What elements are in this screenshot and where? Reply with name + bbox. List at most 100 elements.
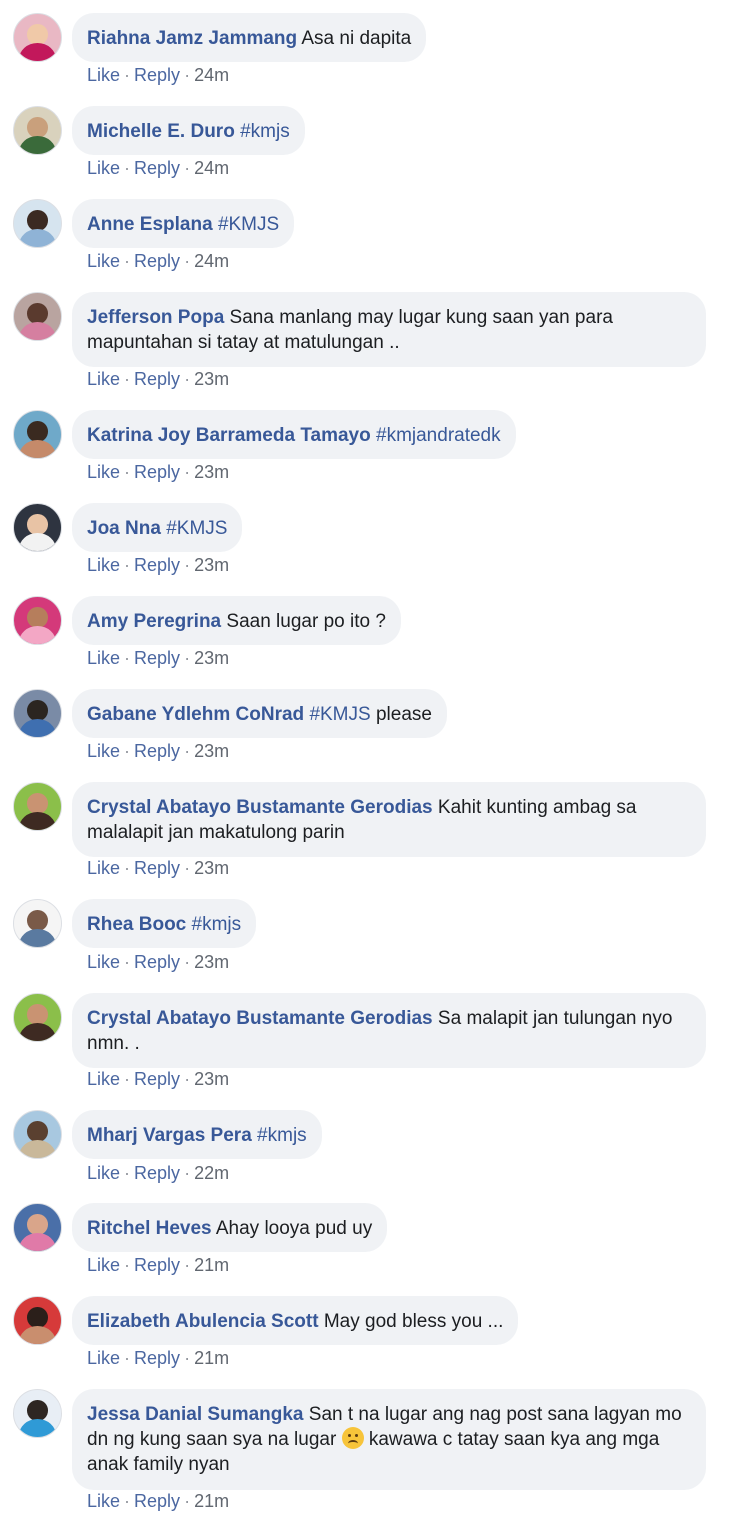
avatar[interactable] <box>13 1389 62 1438</box>
reply-link[interactable]: Reply <box>134 1255 180 1275</box>
avatar[interactable] <box>13 292 62 341</box>
avatar[interactable] <box>13 13 62 62</box>
comment-actions: Like · Reply · 21m <box>87 1255 230 1275</box>
reply-link[interactable]: Reply <box>134 555 180 575</box>
reply-link[interactable]: Reply <box>134 1163 180 1183</box>
comment-text: May god bless you ... <box>323 1311 504 1332</box>
comment-bubble: Jefferson Popa Sana manlang may lugar ku… <box>72 292 706 367</box>
commenter-name[interactable]: Riahna Jamz Jammang <box>87 28 297 49</box>
reply-link[interactable]: Reply <box>134 741 180 761</box>
avatar[interactable] <box>13 503 62 552</box>
like-link[interactable]: Like <box>87 65 120 85</box>
like-link[interactable]: Like <box>87 648 120 668</box>
commenter-name[interactable]: Michelle E. Duro <box>87 121 235 142</box>
like-link[interactable]: Like <box>87 1348 120 1368</box>
comment-bubble: Jessa Danial Sumangka San t na lugar ang… <box>72 1389 706 1490</box>
reply-link[interactable]: Reply <box>134 65 180 85</box>
comment-bubble: Mharj Vargas Pera #kmjs <box>72 1110 322 1159</box>
avatar[interactable] <box>13 106 62 155</box>
avatar[interactable] <box>13 199 62 248</box>
like-link[interactable]: Like <box>87 741 120 761</box>
like-link[interactable]: Like <box>87 952 120 972</box>
commenter-name[interactable]: Elizabeth Abulencia Scott <box>87 1311 319 1332</box>
like-link[interactable]: Like <box>87 462 120 482</box>
comment-time[interactable]: 23m <box>194 952 229 972</box>
reply-link[interactable]: Reply <box>134 1348 180 1368</box>
comment-actions: Like · Reply · 23m <box>87 555 230 575</box>
hashtag[interactable]: #KMJS <box>218 214 279 235</box>
reply-link[interactable]: Reply <box>134 369 180 389</box>
comment-bubble: Rhea Booc #kmjs <box>72 899 257 948</box>
avatar[interactable] <box>13 993 62 1042</box>
reply-link[interactable]: Reply <box>134 1069 180 1089</box>
avatar[interactable] <box>13 1296 62 1345</box>
comment-time[interactable]: 23m <box>194 1069 229 1089</box>
sad-face-emoji-icon <box>341 1427 364 1449</box>
hashtag[interactable]: #kmjandratedk <box>376 425 501 446</box>
like-link[interactable]: Like <box>87 1069 120 1089</box>
comment-time[interactable]: 22m <box>194 1163 229 1183</box>
comment-actions: Like · Reply · 24m <box>87 158 230 178</box>
like-link[interactable]: Like <box>87 251 120 271</box>
hashtag[interactable]: #kmjs <box>257 1125 307 1146</box>
commenter-name[interactable]: Crystal Abatayo Bustamante Gerodias <box>87 1008 433 1029</box>
comment-bubble: Elizabeth Abulencia Scott May god bless … <box>72 1296 519 1345</box>
commenter-name[interactable]: Jefferson Popa <box>87 307 224 328</box>
comment-time[interactable]: 21m <box>194 1255 229 1275</box>
reply-link[interactable]: Reply <box>134 858 180 878</box>
commenter-name[interactable]: Ritchel Heves <box>87 1218 212 1239</box>
reply-link[interactable]: Reply <box>134 648 180 668</box>
like-link[interactable]: Like <box>87 858 120 878</box>
comment-time[interactable]: 23m <box>194 462 229 482</box>
avatar[interactable] <box>13 410 62 459</box>
commenter-name[interactable]: Crystal Abatayo Bustamante Gerodias <box>87 797 433 818</box>
comment-actions: Like · Reply · 23m <box>87 952 230 972</box>
comment-actions: Like · Reply · 23m <box>87 1069 230 1089</box>
reply-link[interactable]: Reply <box>134 952 180 972</box>
avatar[interactable] <box>13 899 62 948</box>
comment-time[interactable]: 21m <box>194 1348 229 1368</box>
commenter-name[interactable]: Amy Peregrina <box>87 611 221 632</box>
hashtag[interactable]: #kmjs <box>240 121 290 142</box>
hashtag[interactable]: #KMJS <box>166 518 227 539</box>
avatar[interactable] <box>13 596 62 645</box>
commenter-name[interactable]: Mharj Vargas Pera <box>87 1125 252 1146</box>
avatar[interactable] <box>13 782 62 831</box>
comment-time[interactable]: 23m <box>194 648 229 668</box>
reply-link[interactable]: Reply <box>134 251 180 271</box>
avatar[interactable] <box>13 689 62 738</box>
like-link[interactable]: Like <box>87 1255 120 1275</box>
commenter-name[interactable]: Rhea Booc <box>87 914 186 935</box>
commenter-name[interactable]: Joa Nna <box>87 518 161 539</box>
commenter-name[interactable]: Katrina Joy Barrameda Tamayo <box>87 425 371 446</box>
like-link[interactable]: Like <box>87 369 120 389</box>
comment-bubble: Crystal Abatayo Bustamante Gerodias Sa m… <box>72 993 706 1068</box>
comment-time[interactable]: 24m <box>194 65 229 85</box>
reply-link[interactable]: Reply <box>134 1491 180 1511</box>
comment-time[interactable]: 24m <box>194 158 229 178</box>
like-link[interactable]: Like <box>87 1491 120 1511</box>
reply-link[interactable]: Reply <box>134 158 180 178</box>
comment-time[interactable]: 23m <box>194 858 229 878</box>
reply-link[interactable]: Reply <box>134 462 180 482</box>
comment-bubble: Crystal Abatayo Bustamante Gerodias Kahi… <box>72 782 706 857</box>
like-link[interactable]: Like <box>87 555 120 575</box>
like-link[interactable]: Like <box>87 1163 120 1183</box>
comment-text: Asa ni dapita <box>301 28 412 49</box>
commenter-name[interactable]: Gabane Ydlehm CoNrad <box>87 704 304 725</box>
commenter-name[interactable]: Anne Esplana <box>87 214 213 235</box>
comment-time[interactable]: 23m <box>194 555 229 575</box>
comment-time[interactable]: 24m <box>194 251 229 271</box>
hashtag[interactable]: #KMJS <box>309 704 370 725</box>
comment-actions: Like · Reply · 24m <box>87 65 230 85</box>
avatar[interactable] <box>13 1203 62 1252</box>
avatar[interactable] <box>13 1110 62 1159</box>
comment-time[interactable]: 21m <box>194 1491 229 1511</box>
comment-time[interactable]: 23m <box>194 369 229 389</box>
hashtag[interactable]: #kmjs <box>192 914 242 935</box>
like-link[interactable]: Like <box>87 158 120 178</box>
comment-time[interactable]: 23m <box>194 741 229 761</box>
commenter-name[interactable]: Jessa Danial Sumangka <box>87 1404 304 1425</box>
comment-text: please <box>375 704 432 725</box>
comment-bubble: Anne Esplana #KMJS <box>72 199 295 248</box>
